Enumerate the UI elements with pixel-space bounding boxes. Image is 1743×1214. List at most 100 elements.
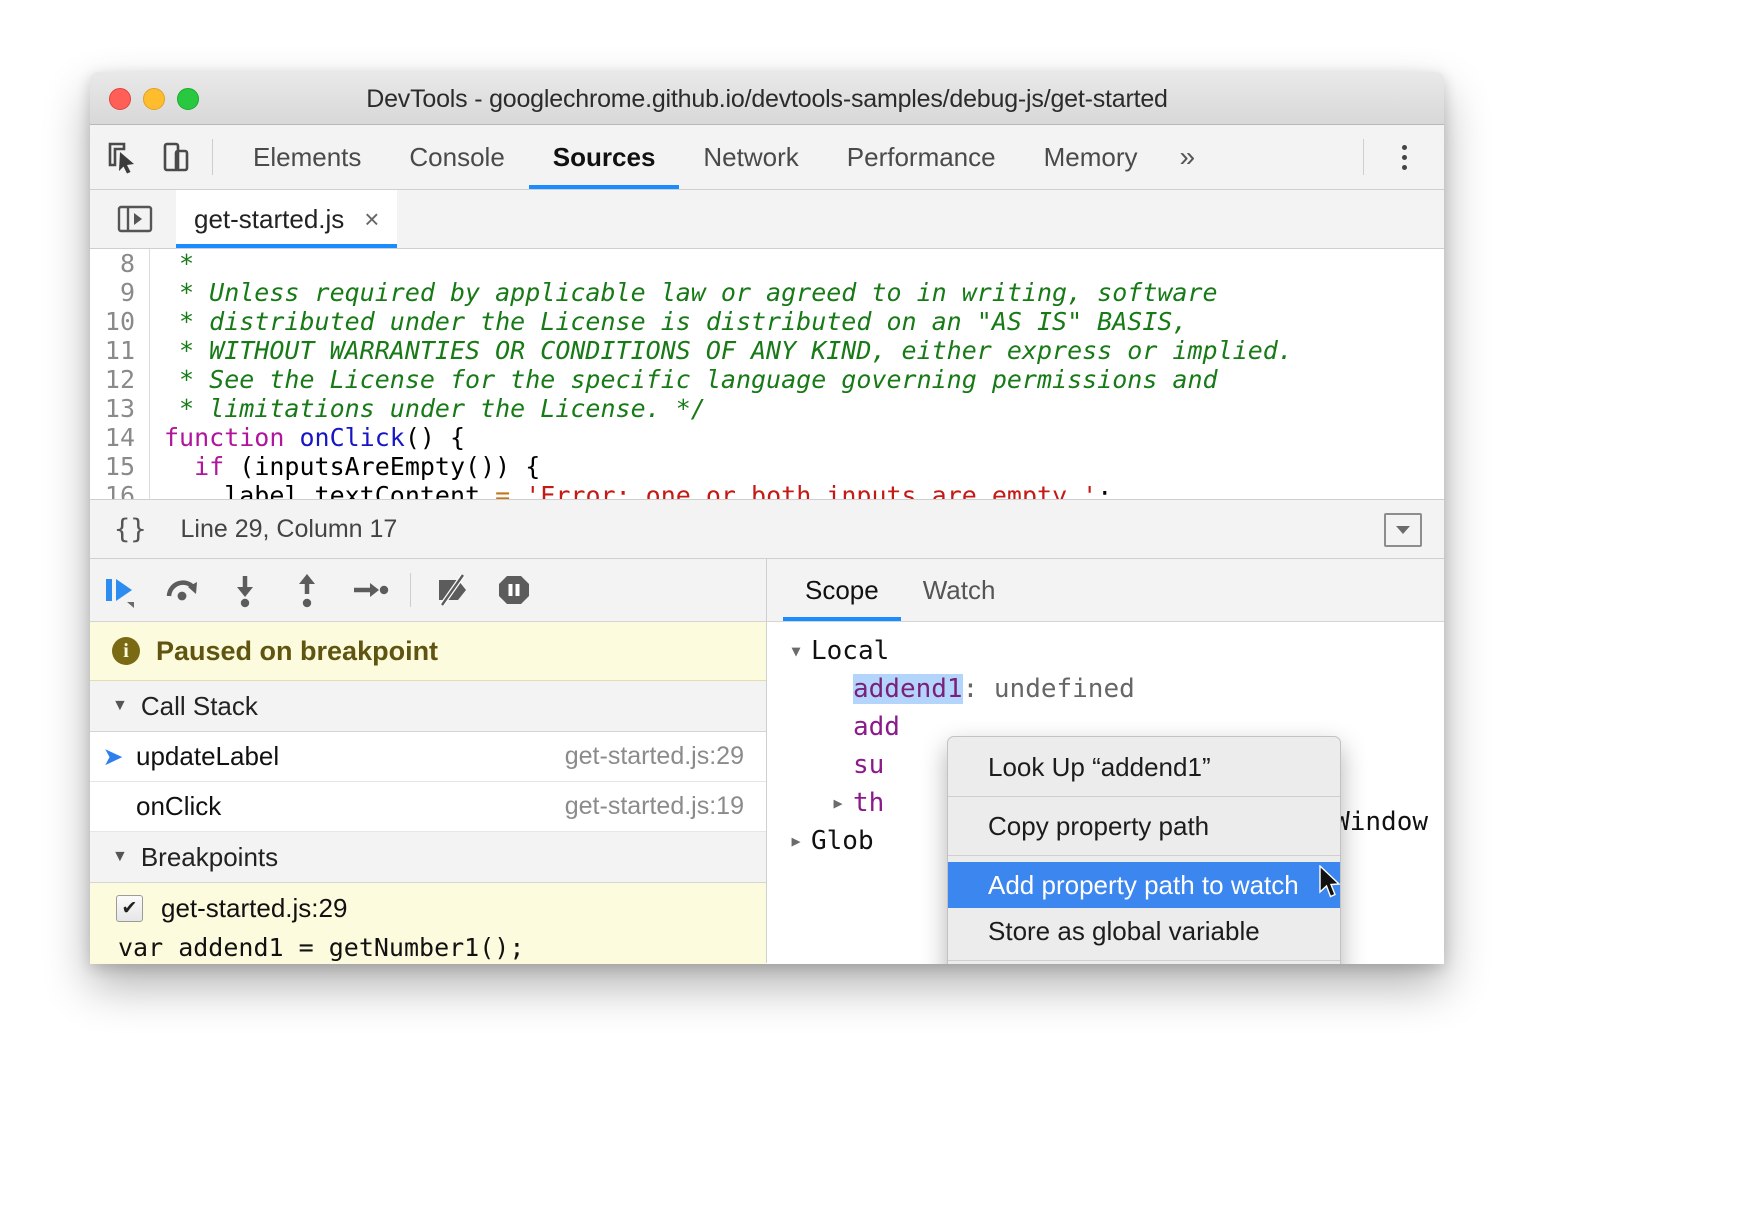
kebab-menu-icon[interactable]	[1390, 145, 1418, 170]
context-menu-item[interactable]: Add property path to watch	[948, 862, 1340, 908]
line-number[interactable]: 15	[90, 452, 150, 481]
close-icon[interactable]: ×	[364, 204, 379, 235]
line-code: *	[150, 249, 194, 278]
debugger-toolbar-divider	[410, 573, 411, 607]
line-number[interactable]: 12	[90, 365, 150, 394]
line-number[interactable]: 10	[90, 307, 150, 336]
toolbar-divider	[212, 139, 213, 175]
context-menu-separator	[948, 796, 1340, 797]
tree-spacer: ▶	[823, 718, 853, 736]
breakpoint-checkbox[interactable]: ✔	[116, 895, 143, 922]
line-number[interactable]: 13	[90, 394, 150, 423]
resume-icon[interactable]	[90, 559, 152, 621]
context-menu-separator	[948, 855, 1340, 856]
collapse-pane-icon[interactable]	[1384, 513, 1422, 547]
tab-memory[interactable]: Memory	[1020, 125, 1162, 189]
scope-row[interactable]: ▼Local	[767, 632, 1444, 670]
context-menu-item[interactable]: Look Up “addend1”	[948, 744, 1340, 790]
scope-watch-tabbar: Scope Watch	[767, 559, 1444, 622]
line-number[interactable]: 9	[90, 278, 150, 307]
line-code: if (inputsAreEmpty()) {	[150, 452, 540, 481]
window-title: DevTools - googlechrome.github.io/devtoo…	[90, 85, 1444, 114]
scope-property-name: add	[853, 712, 900, 742]
context-menu: Look Up “addend1” Copy property path Add p…	[947, 736, 1341, 964]
code-editor[interactable]: 8 *9 * Unless required by applicable law…	[90, 249, 1444, 499]
line-number[interactable]: 8	[90, 249, 150, 278]
pause-on-exceptions-icon[interactable]	[483, 559, 545, 621]
line-number[interactable]: 11	[90, 336, 150, 365]
step-over-icon[interactable]	[152, 559, 214, 621]
code-token: * Unless required by applicable law or a…	[164, 278, 1218, 307]
line-number[interactable]: 14	[90, 423, 150, 452]
step-icon[interactable]	[338, 559, 400, 621]
breakpoint-item[interactable]: ✔ get-started.js:29 var addend1 = getNum…	[90, 883, 766, 964]
tab-network[interactable]: Network	[679, 125, 822, 189]
line-code: * Unless required by applicable law or a…	[150, 278, 1218, 307]
context-menu-separator	[948, 960, 1340, 961]
show-navigator-icon[interactable]	[112, 202, 158, 236]
code-token: =	[495, 481, 510, 499]
chevron-right-icon[interactable]: ▶	[781, 832, 811, 850]
chevron-down-icon: ▼	[112, 697, 128, 715]
source-file-tabbar: get-started.js ×	[90, 190, 1444, 249]
code-token: function	[164, 423, 299, 452]
tab-sources[interactable]: Sources	[529, 125, 680, 189]
more-tabs-chevron-icon[interactable]: »	[1162, 141, 1214, 173]
scope-row[interactable]: ▶addend1: undefined	[767, 670, 1444, 708]
call-stack-function-name: updateLabel	[136, 741, 279, 772]
editor-line: 11 * WITHOUT WARRANTIES OR CONDITIONS OF…	[90, 336, 1444, 365]
tab-scope[interactable]: Scope	[783, 559, 901, 621]
scope-global-value: Window	[1334, 807, 1428, 837]
paused-banner-text: Paused on breakpoint	[156, 636, 438, 667]
deactivate-breakpoints-icon[interactable]	[421, 559, 483, 621]
code-token: onClick	[299, 423, 404, 452]
chevron-right-icon[interactable]: ▶	[823, 794, 853, 812]
code-token	[510, 481, 525, 499]
context-menu-item-label: Store as global variable	[988, 916, 1260, 947]
context-menu-item[interactable]: Copy property path	[948, 803, 1340, 849]
call-stack-row-updateLabel[interactable]: ➤ updateLabel get-started.js:29	[90, 732, 766, 782]
tab-watch[interactable]: Watch	[901, 559, 1018, 621]
paused-banner: i Paused on breakpoint	[90, 622, 766, 681]
call-stack-section-header[interactable]: ▼ Call Stack	[90, 681, 766, 732]
editor-line: 16 label.textContent = 'Error: one or bo…	[90, 481, 1444, 499]
file-tab-get-started-js[interactable]: get-started.js ×	[176, 190, 397, 248]
line-code: * limitations under the License. */	[150, 394, 706, 423]
context-menu-item-label: Add property path to watch	[988, 870, 1299, 901]
context-menu-item-label: Look Up “addend1”	[988, 752, 1211, 783]
editor-line: 13 * limitations under the License. */	[90, 394, 1444, 423]
chevron-down-icon[interactable]: ▼	[781, 642, 811, 660]
call-stack-row-onClick[interactable]: onClick get-started.js:19	[90, 782, 766, 832]
toolbar-divider-right	[1363, 139, 1364, 175]
info-icon: i	[112, 637, 140, 665]
tab-performance[interactable]: Performance	[823, 125, 1020, 189]
breakpoints-section-header[interactable]: ▼ Breakpoints	[90, 832, 766, 883]
tree-spacer: ▶	[823, 756, 853, 774]
inspect-cursor-icon[interactable]	[100, 135, 144, 179]
line-number[interactable]: 16	[90, 481, 150, 499]
code-token: if	[194, 452, 224, 481]
editor-line: 15 if (inputsAreEmpty()) {	[90, 452, 1444, 481]
code-token: label.textContent	[164, 481, 495, 499]
code-token: *	[164, 249, 194, 278]
editor-line: 9 * Unless required by applicable law or…	[90, 278, 1444, 307]
chevron-down-icon: ▼	[112, 848, 128, 866]
step-into-icon[interactable]	[214, 559, 276, 621]
scope-property-value: : undefined	[963, 674, 1135, 704]
tab-console[interactable]: Console	[385, 125, 528, 189]
code-token: (inputsAreEmpty()) {	[224, 452, 540, 481]
line-code: function onClick() {	[150, 423, 465, 452]
line-code: * See the License for the specific langu…	[150, 365, 1218, 394]
line-code: label.textContent = 'Error: one or both …	[150, 481, 1112, 499]
line-code: * WITHOUT WARRANTIES OR CONDITIONS OF AN…	[150, 336, 1293, 365]
context-menu-item-label: Copy property path	[988, 811, 1209, 842]
code-token	[164, 452, 194, 481]
code-token: 'Error: one or both inputs are empty.'	[525, 481, 1097, 499]
tree-spacer: ▶	[823, 680, 853, 698]
tab-elements[interactable]: Elements	[229, 125, 385, 189]
pretty-print-icon[interactable]: {}	[114, 514, 147, 545]
context-menu-item[interactable]: Store as global variable	[948, 908, 1340, 954]
device-toggle-icon[interactable]	[154, 135, 198, 179]
step-out-icon[interactable]	[276, 559, 338, 621]
call-stack-location: get-started.js:29	[565, 742, 744, 771]
